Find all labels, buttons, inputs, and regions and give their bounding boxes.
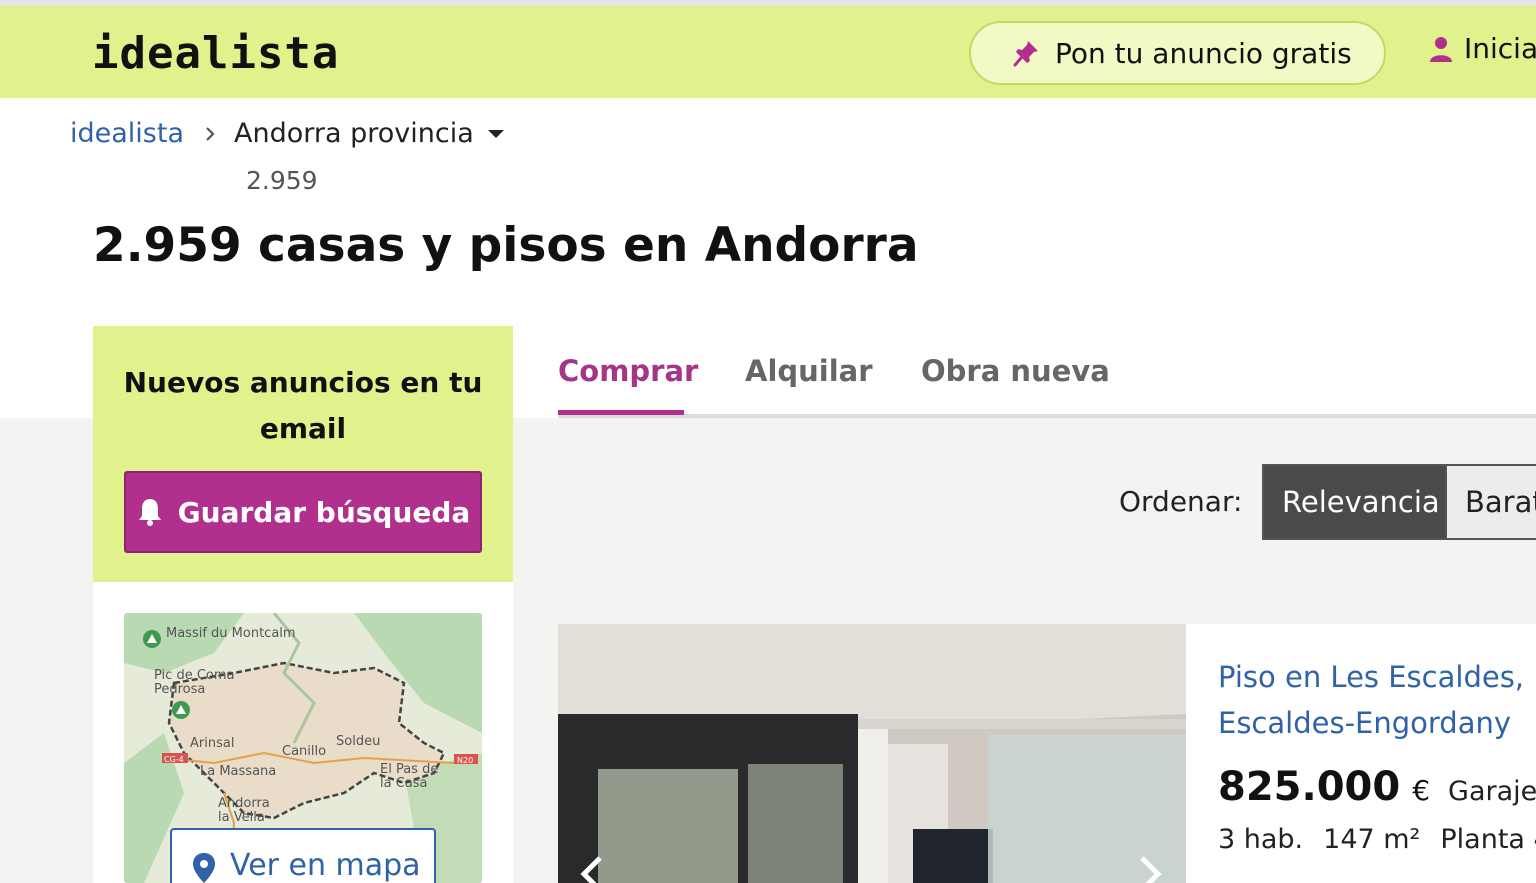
sort-relevance-button[interactable]: Relevancia [1262,464,1447,540]
email-alert-box: Nuevos anuncios en tu email Guardar búsq… [93,326,513,582]
save-search-button[interactable]: Guardar búsqueda [124,471,482,553]
map-road-label: N20 [457,756,474,765]
map-label: La Massana [200,764,277,779]
tab-alquilar[interactable]: Alquilar [745,354,873,388]
listing-photo-image [558,624,1186,883]
listing-photo[interactable] [558,624,1186,883]
map-label: Andorra la Vella [218,796,270,825]
map-label: Canillo [282,744,327,759]
sort-cheapest-button[interactable]: Barat [1447,464,1536,540]
user-icon [1430,36,1452,62]
listing-area: 147 m² [1323,824,1421,855]
site-header: idealista Pon tu anuncio gratis Inicia [0,6,1536,98]
chevron-left-icon[interactable] [576,854,606,883]
map-label: Soldeu [336,734,381,749]
location-marker-icon [193,853,215,883]
sidebar: Nuevos anuncios en tu email Guardar búsq… [93,326,513,883]
listing-price-row: 825.000 € Garaje i [1218,764,1536,810]
listing-rooms: 3 hab. [1218,824,1304,855]
breadcrumb-home-link[interactable]: idealista [70,118,184,149]
listing-currency: € [1412,774,1431,807]
active-tab-indicator [558,410,684,415]
sort-options: Relevancia Barat [1262,464,1536,540]
save-search-label: Guardar búsqueda [177,495,471,529]
listing-info: Piso en Les Escaldes, Escaldes-Engordany… [1218,624,1536,883]
listing-title-link[interactable]: Piso en Les Escaldes, Escaldes-Engordany [1218,654,1536,746]
listing-parking-info: Garaje i [1448,776,1536,807]
view-map-button[interactable]: Ver en mapa [170,828,436,883]
breadcrumb: idealista Andorra provincia [70,118,504,149]
listing-floor: Planta 4 [1440,824,1536,855]
sort-label: Ordenar: [1119,485,1243,518]
login-label: Inicia [1464,32,1536,65]
caret-down-icon [487,129,504,138]
listing-card[interactable]: Piso en Les Escaldes, Escaldes-Engordany… [558,624,1536,883]
listing-details: 3 hab. 147 m² Planta 4 [1218,824,1536,855]
map-label: Pic de Coma Pedrosa [154,668,235,697]
view-map-label: Ver en mapa [230,848,421,883]
listing-title-line: Piso en Les Escaldes, [1218,660,1525,694]
listing-title-line: Escaldes-Engordany [1218,706,1512,740]
bell-icon [138,499,161,526]
chevron-right-icon [206,126,215,141]
tab-obra-nueva[interactable]: Obra nueva [921,354,1110,388]
operation-tabs: Comprar Alquilar Obra nueva [558,352,1536,418]
results-count: 2.959 [246,166,318,195]
location-dropdown-label: Andorra provincia [234,118,474,149]
map-label: El Pas de la Casa [380,762,439,791]
map-road-label: CG-4 [164,755,184,764]
post-ad-button[interactable]: Pon tu anuncio gratis [969,21,1386,85]
idealista-logo[interactable]: idealista [92,28,339,79]
pin-icon [1013,41,1038,67]
page-title: 2.959 casas y pisos en Andorra [93,218,919,273]
listing-price: 825.000 [1218,764,1401,810]
email-alert-text: Nuevos anuncios en tu email [123,366,483,445]
map-label: Massif du Montcalm [166,626,296,641]
location-dropdown[interactable]: Andorra provincia [234,118,504,149]
tab-comprar[interactable]: Comprar [558,354,698,388]
chevron-right-icon[interactable] [1136,854,1166,883]
login-link[interactable]: Inicia [1428,32,1536,65]
post-ad-label: Pon tu anuncio gratis [1055,36,1352,70]
map-label: Arinsal [190,736,235,751]
map-thumbnail[interactable]: Massif du Montcalm Pic de Coma Pedrosa A… [124,613,482,883]
